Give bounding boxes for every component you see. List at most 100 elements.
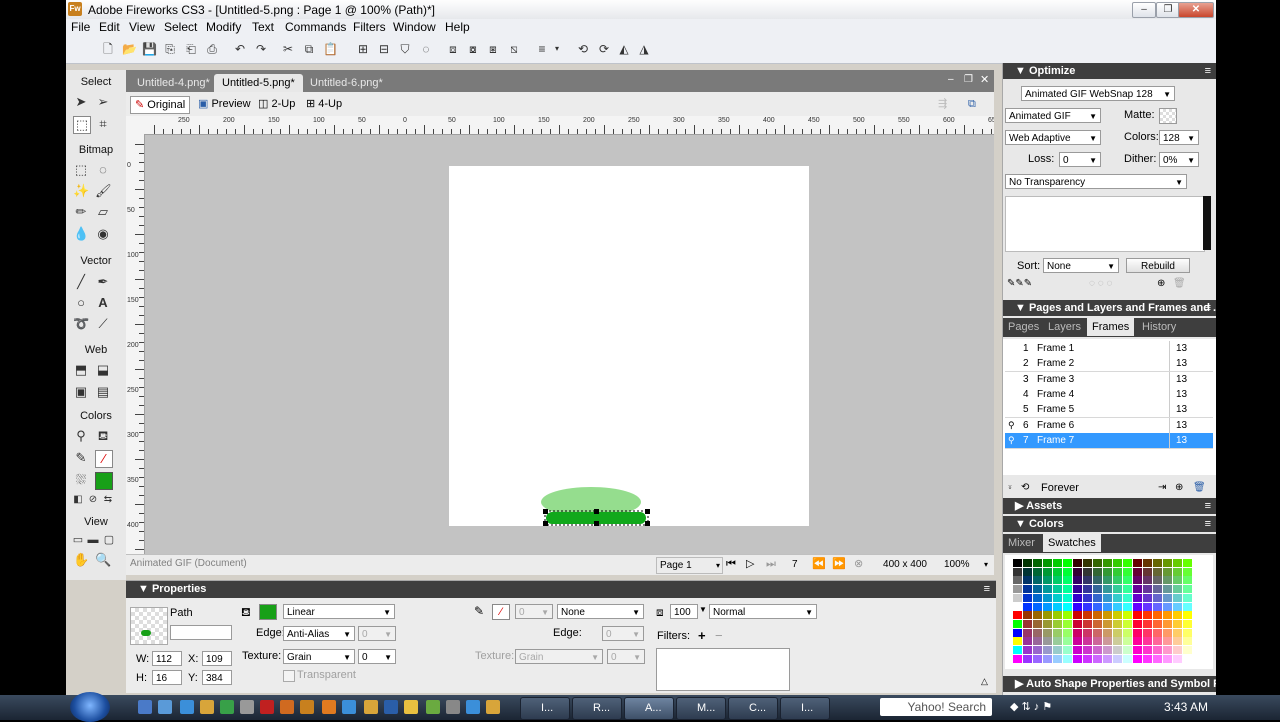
edit-color-icon[interactable]: ✎✎✎ xyxy=(1007,278,1032,289)
taskbar-button[interactable]: C... xyxy=(728,697,778,720)
color-swatch[interactable] xyxy=(1043,559,1052,567)
color-swatch[interactable] xyxy=(1023,559,1032,567)
color-swatch[interactable] xyxy=(1103,654,1112,663)
bring-forward-icon[interactable]: ⧇ xyxy=(466,42,480,56)
y-field[interactable]: 384 xyxy=(202,670,232,685)
color-swatch[interactable] xyxy=(1123,585,1132,594)
export-format-select[interactable]: Animated GIF ▼ xyxy=(1005,108,1101,123)
open-file-icon[interactable]: 📂 xyxy=(122,42,137,56)
stroke-edge-field[interactable]: 0 ▼ xyxy=(602,626,644,641)
color-swatch[interactable] xyxy=(1033,619,1042,628)
color-swatch[interactable] xyxy=(1093,567,1102,576)
color-swatch[interactable] xyxy=(1113,602,1122,611)
pointer-tool-icon[interactable]: ➤ xyxy=(73,94,89,110)
color-swatch[interactable] xyxy=(1013,559,1022,567)
app-icon[interactable] xyxy=(220,700,234,714)
color-swatch[interactable] xyxy=(1173,619,1182,628)
tab-frames[interactable]: Frames xyxy=(1087,318,1135,336)
color-swatch[interactable] xyxy=(1163,559,1172,567)
color-swatch[interactable] xyxy=(1113,576,1122,585)
color-swatch[interactable] xyxy=(1153,619,1162,628)
color-swatch[interactable] xyxy=(1053,654,1062,663)
color-swatch[interactable] xyxy=(1143,567,1152,576)
color-swatch[interactable] xyxy=(1143,646,1152,654)
send-backward-icon[interactable]: ⧆ xyxy=(486,42,500,56)
quick-export-icon[interactable]: ⇶ xyxy=(938,96,947,112)
color-swatch[interactable] xyxy=(1063,619,1072,628)
loop-icon[interactable]: ⟲ xyxy=(1021,482,1029,493)
add-filter-icon[interactable]: + xyxy=(698,628,706,643)
color-swatch[interactable] xyxy=(1033,646,1042,654)
color-swatch[interactable] xyxy=(1113,593,1122,602)
join-icon[interactable]: ⛉ xyxy=(398,42,412,56)
doc-restore-button[interactable]: ❐ xyxy=(964,74,973,85)
align-icon[interactable]: ≡ xyxy=(535,42,549,56)
color-swatch[interactable] xyxy=(1033,628,1042,637)
frame-delay[interactable]: 13 xyxy=(1169,371,1187,387)
frame-delay[interactable]: 13 xyxy=(1169,402,1187,418)
opacity-field[interactable]: 100 xyxy=(670,604,698,619)
color-swatch[interactable] xyxy=(1163,646,1172,654)
color-swatch[interactable] xyxy=(1093,637,1102,646)
swap-colors-icon[interactable]: ⇆ xyxy=(100,492,116,508)
fill-edge-amount-field[interactable]: 0 ▼ xyxy=(358,626,396,641)
color-swatch[interactable] xyxy=(1113,619,1122,628)
quicklaunch-icon[interactable] xyxy=(158,700,172,714)
cut-icon[interactable]: ✂ xyxy=(281,42,295,56)
two-up-view-button[interactable]: ◫ 2-Up xyxy=(258,96,295,112)
color-swatch[interactable] xyxy=(1023,585,1032,594)
color-swatch[interactable] xyxy=(1123,593,1132,602)
preview-view-button[interactable]: ▣ Preview xyxy=(198,96,251,112)
color-swatch[interactable] xyxy=(1023,619,1032,628)
color-swatch[interactable] xyxy=(1013,619,1022,628)
color-swatch[interactable] xyxy=(1173,628,1182,637)
color-swatch[interactable] xyxy=(1043,654,1052,663)
color-swatch[interactable] xyxy=(1103,559,1112,567)
color-swatch[interactable] xyxy=(1063,628,1072,637)
pages-layers-frames-header[interactable]: ▼ Pages and Layers and Frames and ... ≡ xyxy=(1003,300,1216,316)
add-color-icon[interactable]: ⊕ xyxy=(1157,278,1165,289)
color-swatch[interactable] xyxy=(1013,576,1022,585)
save-icon[interactable]: 💾 xyxy=(142,42,157,56)
send-to-back-icon[interactable]: ⧅ xyxy=(507,42,521,56)
color-swatch[interactable] xyxy=(1143,593,1152,602)
blur-tool-icon[interactable]: 💧 xyxy=(73,226,89,242)
color-swatch[interactable] xyxy=(1153,576,1162,585)
split-icon[interactable]: ◌ xyxy=(419,42,433,56)
menu-window[interactable]: Window xyxy=(393,20,436,34)
color-swatch[interactable] xyxy=(1123,654,1132,663)
flip-horizontal-icon[interactable]: ◭ xyxy=(617,42,631,56)
canvas[interactable] xyxy=(449,166,809,526)
menu-view[interactable]: View xyxy=(129,20,155,34)
color-swatch[interactable] xyxy=(1023,611,1032,620)
color-swatch[interactable] xyxy=(1113,628,1122,637)
original-view-button[interactable]: ✎ Original xyxy=(130,96,191,114)
color-swatch[interactable] xyxy=(1183,593,1192,602)
color-swatch[interactable] xyxy=(1013,654,1022,663)
color-swatch[interactable] xyxy=(1173,646,1182,654)
color-swatch[interactable] xyxy=(1163,585,1172,594)
print-icon[interactable]: ⎙ xyxy=(205,42,219,56)
four-up-view-button[interactable]: ⊞ 4-Up xyxy=(306,96,342,112)
collapse-panels-icon[interactable]: △ xyxy=(981,676,988,687)
color-swatch[interactable] xyxy=(1053,593,1062,602)
color-swatch[interactable] xyxy=(1093,611,1102,620)
pen-tool-icon[interactable]: ✒ xyxy=(95,274,111,290)
menu-edit[interactable]: Edit xyxy=(99,20,120,34)
color-swatch[interactable] xyxy=(1103,628,1112,637)
color-swatch[interactable] xyxy=(1153,654,1162,663)
minimize-button[interactable]: – xyxy=(1132,2,1156,18)
redo-icon[interactable]: ↷ xyxy=(254,42,268,56)
color-swatch[interactable] xyxy=(1103,593,1112,602)
red-eye-tool-icon[interactable]: ◉ xyxy=(95,226,111,242)
color-swatch[interactable] xyxy=(1033,637,1042,646)
color-swatch[interactable] xyxy=(1063,585,1072,594)
panel-options-icon[interactable]: ≡ xyxy=(984,581,990,598)
bring-to-front-icon[interactable]: ⧈ xyxy=(446,42,460,56)
color-swatch[interactable] xyxy=(1043,611,1052,620)
color-swatch[interactable] xyxy=(1123,567,1132,576)
stroke-size-field[interactable]: 0 ▼ xyxy=(515,604,553,619)
color-swatch[interactable] xyxy=(1013,567,1022,576)
color-swatch[interactable] xyxy=(1093,602,1102,611)
color-swatch[interactable] xyxy=(1163,593,1172,602)
